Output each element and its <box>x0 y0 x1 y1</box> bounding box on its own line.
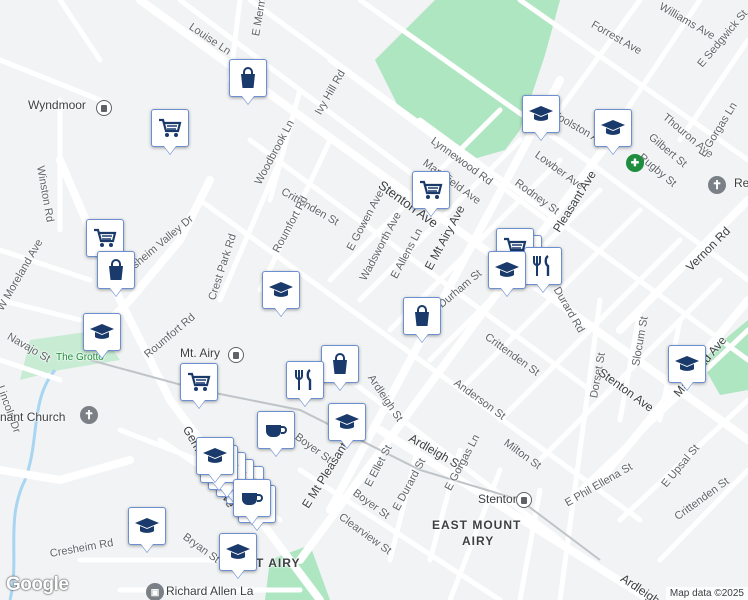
church-icon[interactable]: ✝ <box>80 406 98 424</box>
restaurant-icon <box>533 255 550 276</box>
neighborhood-label: AIRY <box>462 534 495 548</box>
map-marker[interactable] <box>83 313 121 351</box>
neighborhood-label: EAST MOUNT <box>432 518 522 532</box>
graduation-cap-icon <box>203 448 227 463</box>
map-marker[interactable] <box>97 251 135 289</box>
shopping-cart-icon <box>94 228 117 247</box>
map-marker[interactable] <box>180 363 218 401</box>
graduation-cap-icon <box>495 262 519 277</box>
place-mt-airy: Mt. Airy <box>180 346 221 360</box>
shopping-bag-icon <box>415 305 429 326</box>
transit-icon[interactable]: ▣ <box>146 583 164 600</box>
map-data-attribution[interactable]: Map data ©2025 <box>665 587 748 600</box>
church-label: nant Church <box>0 410 66 424</box>
map-marker[interactable] <box>151 109 189 147</box>
restaurant-icon <box>295 369 312 390</box>
shopping-bag-icon <box>333 353 347 374</box>
map-marker[interactable] <box>286 361 324 399</box>
graduation-cap-icon <box>90 324 114 339</box>
graduation-cap-icon <box>675 356 699 371</box>
place-stenton: Stenton <box>478 492 520 506</box>
map-marker[interactable] <box>594 109 632 147</box>
map-marker[interactable] <box>219 533 257 571</box>
map-marker[interactable] <box>328 403 366 441</box>
church-icon[interactable]: ✝ <box>708 176 726 194</box>
shopping-cart-icon <box>420 180 443 199</box>
graduation-cap-icon <box>269 282 293 297</box>
map-marker[interactable] <box>668 345 706 383</box>
map-marker[interactable] <box>262 271 300 309</box>
map-marker[interactable] <box>321 345 359 383</box>
neighborhood-label: T AIRY <box>256 556 301 570</box>
map-marker[interactable] <box>196 437 234 475</box>
graduation-cap-icon <box>335 414 359 429</box>
map-marker[interactable] <box>412 171 450 209</box>
map-marker[interactable] <box>229 59 267 97</box>
graduation-cap-icon <box>529 106 553 121</box>
medical-icon[interactable]: ✚ <box>626 154 644 172</box>
train-station-icon[interactable] <box>96 100 112 116</box>
train-station-icon[interactable] <box>228 347 244 363</box>
graduation-cap-icon <box>601 120 625 135</box>
map-marker[interactable] <box>524 247 562 285</box>
coffee-cup-icon <box>266 425 287 437</box>
place-label: Richard Allen La <box>166 584 254 598</box>
place-label: Re Lu <box>734 176 748 190</box>
map-marker[interactable] <box>488 251 526 289</box>
shopping-cart-icon <box>159 118 182 137</box>
train-station-icon[interactable] <box>516 492 532 508</box>
shopping-bag-icon <box>241 67 255 88</box>
google-logo[interactable]: Google <box>6 574 69 596</box>
map-marker[interactable] <box>233 479 271 517</box>
map-canvas[interactable]: Louise Ln E Mermaid Ln Ivy Hill Rd Wyndm… <box>0 0 748 600</box>
graduation-cap-icon <box>135 518 159 533</box>
place-wyndmoor: Wyndmoor <box>28 98 86 112</box>
shopping-bag-icon <box>109 259 123 280</box>
map-marker[interactable] <box>128 507 166 545</box>
map-marker[interactable] <box>257 411 295 449</box>
map-marker[interactable] <box>522 95 560 133</box>
shopping-cart-icon <box>188 372 211 391</box>
creek <box>8 369 57 600</box>
graduation-cap-icon <box>226 544 250 559</box>
coffee-cup-icon <box>242 493 263 505</box>
map-marker[interactable] <box>403 297 441 335</box>
